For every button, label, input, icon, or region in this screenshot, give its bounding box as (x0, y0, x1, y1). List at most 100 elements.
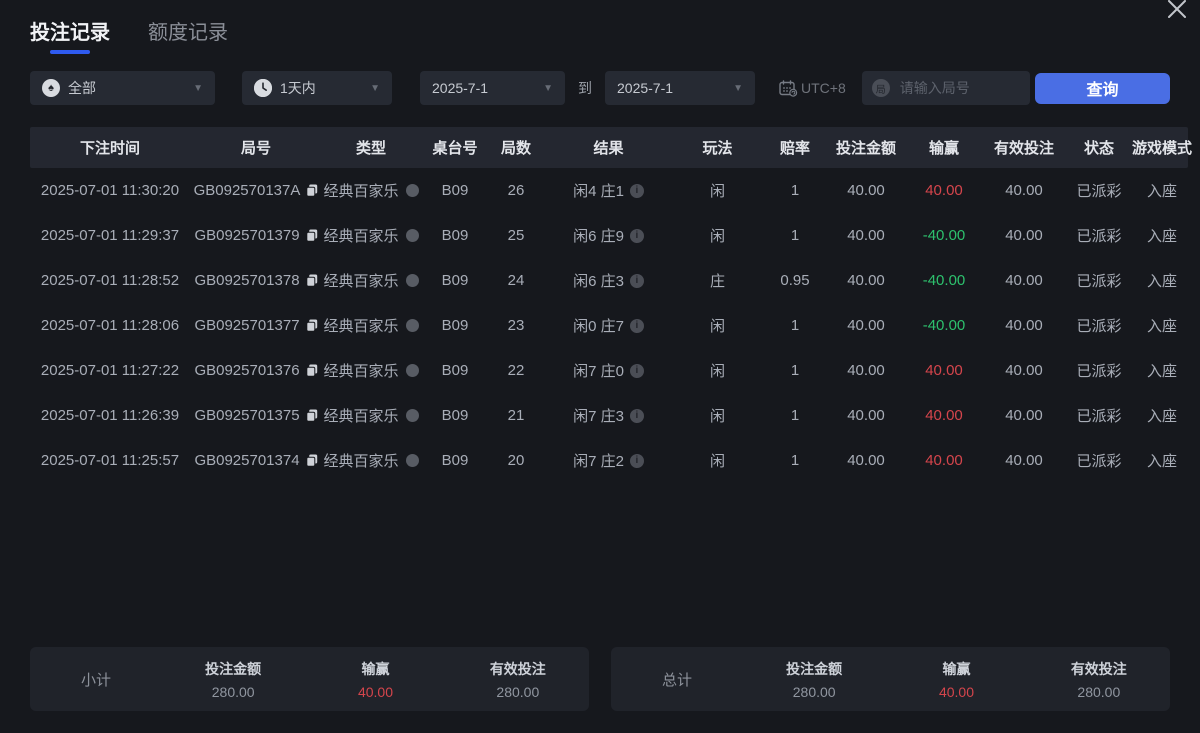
info-icon[interactable]: i (630, 454, 644, 468)
cell-valid: 40.00 (986, 362, 1062, 379)
cell-result: 闲6 庄9 i (542, 225, 675, 246)
cell-type: 经典百家乐 (322, 270, 420, 291)
date-from-select[interactable]: 2025-7-1 ▼ (420, 71, 565, 105)
copy-icon[interactable] (306, 454, 318, 467)
cell-play: 闲 (675, 180, 760, 201)
round-search-input[interactable] (898, 79, 1020, 97)
table-body: 2025-07-01 11:30:20GB092570137A经典百家乐B092… (0, 168, 1200, 483)
cell-status: 已派彩 (1062, 180, 1136, 201)
cell-type: 经典百家乐 (322, 360, 420, 381)
result-text: 闲7 庄2 (573, 450, 624, 471)
cell-rounds: 25 (490, 227, 542, 244)
column-header-5: 结果 (542, 137, 675, 158)
round-number-text: GB092570137A (194, 182, 301, 199)
cell-rounds: 24 (490, 272, 542, 289)
info-icon[interactable]: i (630, 319, 644, 333)
info-icon[interactable]: i (630, 229, 644, 243)
column-header-1: 局号 (190, 137, 322, 158)
cell-odds: 1 (760, 407, 830, 424)
query-button[interactable]: 查询 (1035, 73, 1170, 104)
copy-icon[interactable] (306, 184, 318, 197)
total-group-0: 投注金额280.00 (743, 659, 885, 700)
cell-amount: 40.00 (830, 452, 902, 469)
cell-play: 闲 (675, 360, 760, 381)
date-to-select[interactable]: 2025-7-1 ▼ (605, 71, 755, 105)
round-search-box[interactable]: 局 (862, 71, 1030, 105)
subtotal-title-2: 有效投注 (447, 659, 589, 679)
column-header-2: 类型 (322, 137, 420, 158)
cell-status: 已派彩 (1062, 405, 1136, 426)
cell-time: 2025-07-01 11:28:52 (30, 272, 190, 289)
cell-odds: 1 (760, 362, 830, 379)
copy-icon[interactable] (306, 319, 318, 332)
game-type-value: 全部 (68, 78, 96, 98)
cell-type: 经典百家乐 (322, 315, 420, 336)
cell-odds: 1 (760, 182, 830, 199)
column-header-10: 有效投注 (986, 137, 1062, 158)
cell-odds: 1 (760, 227, 830, 244)
tab-betting-records[interactable]: 投注记录 (30, 16, 110, 54)
copy-icon[interactable] (306, 229, 318, 242)
cell-winloss: 40.00 (902, 182, 986, 199)
result-text: 闲0 庄7 (573, 315, 624, 336)
date-to-label: 到 (578, 78, 592, 98)
round-number-text: GB0925701374 (194, 452, 299, 469)
table-row: 2025-07-01 11:26:39GB0925701375经典百家乐B092… (30, 393, 1188, 438)
subtotal-title-1: 输赢 (304, 659, 446, 679)
timezone-indicator[interactable]: UTC+8 (779, 80, 846, 97)
cell-play: 闲 (675, 405, 760, 426)
cell-status: 已派彩 (1062, 450, 1136, 471)
total-label: 总计 (611, 669, 743, 690)
subtotal-value-0: 280.00 (162, 684, 304, 700)
cell-round: GB0925701376 (190, 362, 322, 379)
table-header: 下注时间局号类型桌台号局数结果玩法赔率投注金额输赢有效投注状态游戏模式 (30, 127, 1188, 168)
cell-winloss: -40.00 (902, 227, 986, 244)
column-header-4: 局数 (490, 137, 542, 158)
total-title-0: 投注金额 (743, 659, 885, 679)
spade-icon: ♠ (42, 79, 60, 97)
subtotal-title-0: 投注金额 (162, 659, 304, 679)
time-range-value: 1天内 (280, 78, 316, 98)
table-row: 2025-07-01 11:27:22GB0925701376经典百家乐B092… (30, 348, 1188, 393)
cell-winloss: 40.00 (902, 407, 986, 424)
cell-status: 已派彩 (1062, 360, 1136, 381)
replay-icon (406, 184, 419, 197)
column-header-12: 游戏模式 (1136, 137, 1188, 158)
total-title-2: 有效投注 (1028, 659, 1170, 679)
cell-round: GB0925701379 (190, 227, 322, 244)
cell-play: 闲 (675, 315, 760, 336)
column-header-7: 赔率 (760, 137, 830, 158)
result-text: 闲6 庄3 (573, 270, 624, 291)
column-header-9: 输赢 (902, 137, 986, 158)
cell-valid: 40.00 (986, 182, 1062, 199)
copy-icon[interactable] (306, 274, 318, 287)
time-range-select[interactable]: 1天内 ▼ (242, 71, 392, 105)
cell-round: GB0925701377 (190, 317, 322, 334)
close-icon[interactable] (1162, 0, 1192, 24)
table-row: 2025-07-01 11:29:37GB0925701379经典百家乐B092… (30, 213, 1188, 258)
copy-icon[interactable] (306, 409, 318, 422)
cell-mode: 入座 (1136, 225, 1188, 246)
tab-quota-records[interactable]: 额度记录 (148, 16, 228, 54)
cell-status: 已派彩 (1062, 315, 1136, 336)
cell-round: GB0925701378 (190, 272, 322, 289)
column-header-11: 状态 (1062, 137, 1136, 158)
cell-rounds: 20 (490, 452, 542, 469)
round-number-text: GB0925701378 (194, 272, 299, 289)
chevron-down-icon: ▼ (725, 83, 743, 94)
game-type-select[interactable]: ♠ 全部 ▼ (30, 71, 215, 105)
cell-winloss: 40.00 (902, 362, 986, 379)
subtotal-group-0: 投注金额 280.00 (162, 659, 304, 700)
info-icon[interactable]: i (630, 184, 644, 198)
cell-status: 已派彩 (1062, 225, 1136, 246)
cell-amount: 40.00 (830, 182, 902, 199)
cell-valid: 40.00 (986, 407, 1062, 424)
info-icon[interactable]: i (630, 274, 644, 288)
copy-icon[interactable] (306, 364, 318, 377)
cell-time: 2025-07-01 11:30:20 (30, 182, 190, 199)
cell-result: 闲4 庄1i (542, 180, 675, 201)
result-text: 闲6 庄9 (573, 225, 624, 246)
cell-time: 2025-07-01 11:29:37 (30, 227, 190, 244)
info-icon[interactable]: i (630, 364, 644, 378)
info-icon[interactable]: i (630, 409, 644, 423)
